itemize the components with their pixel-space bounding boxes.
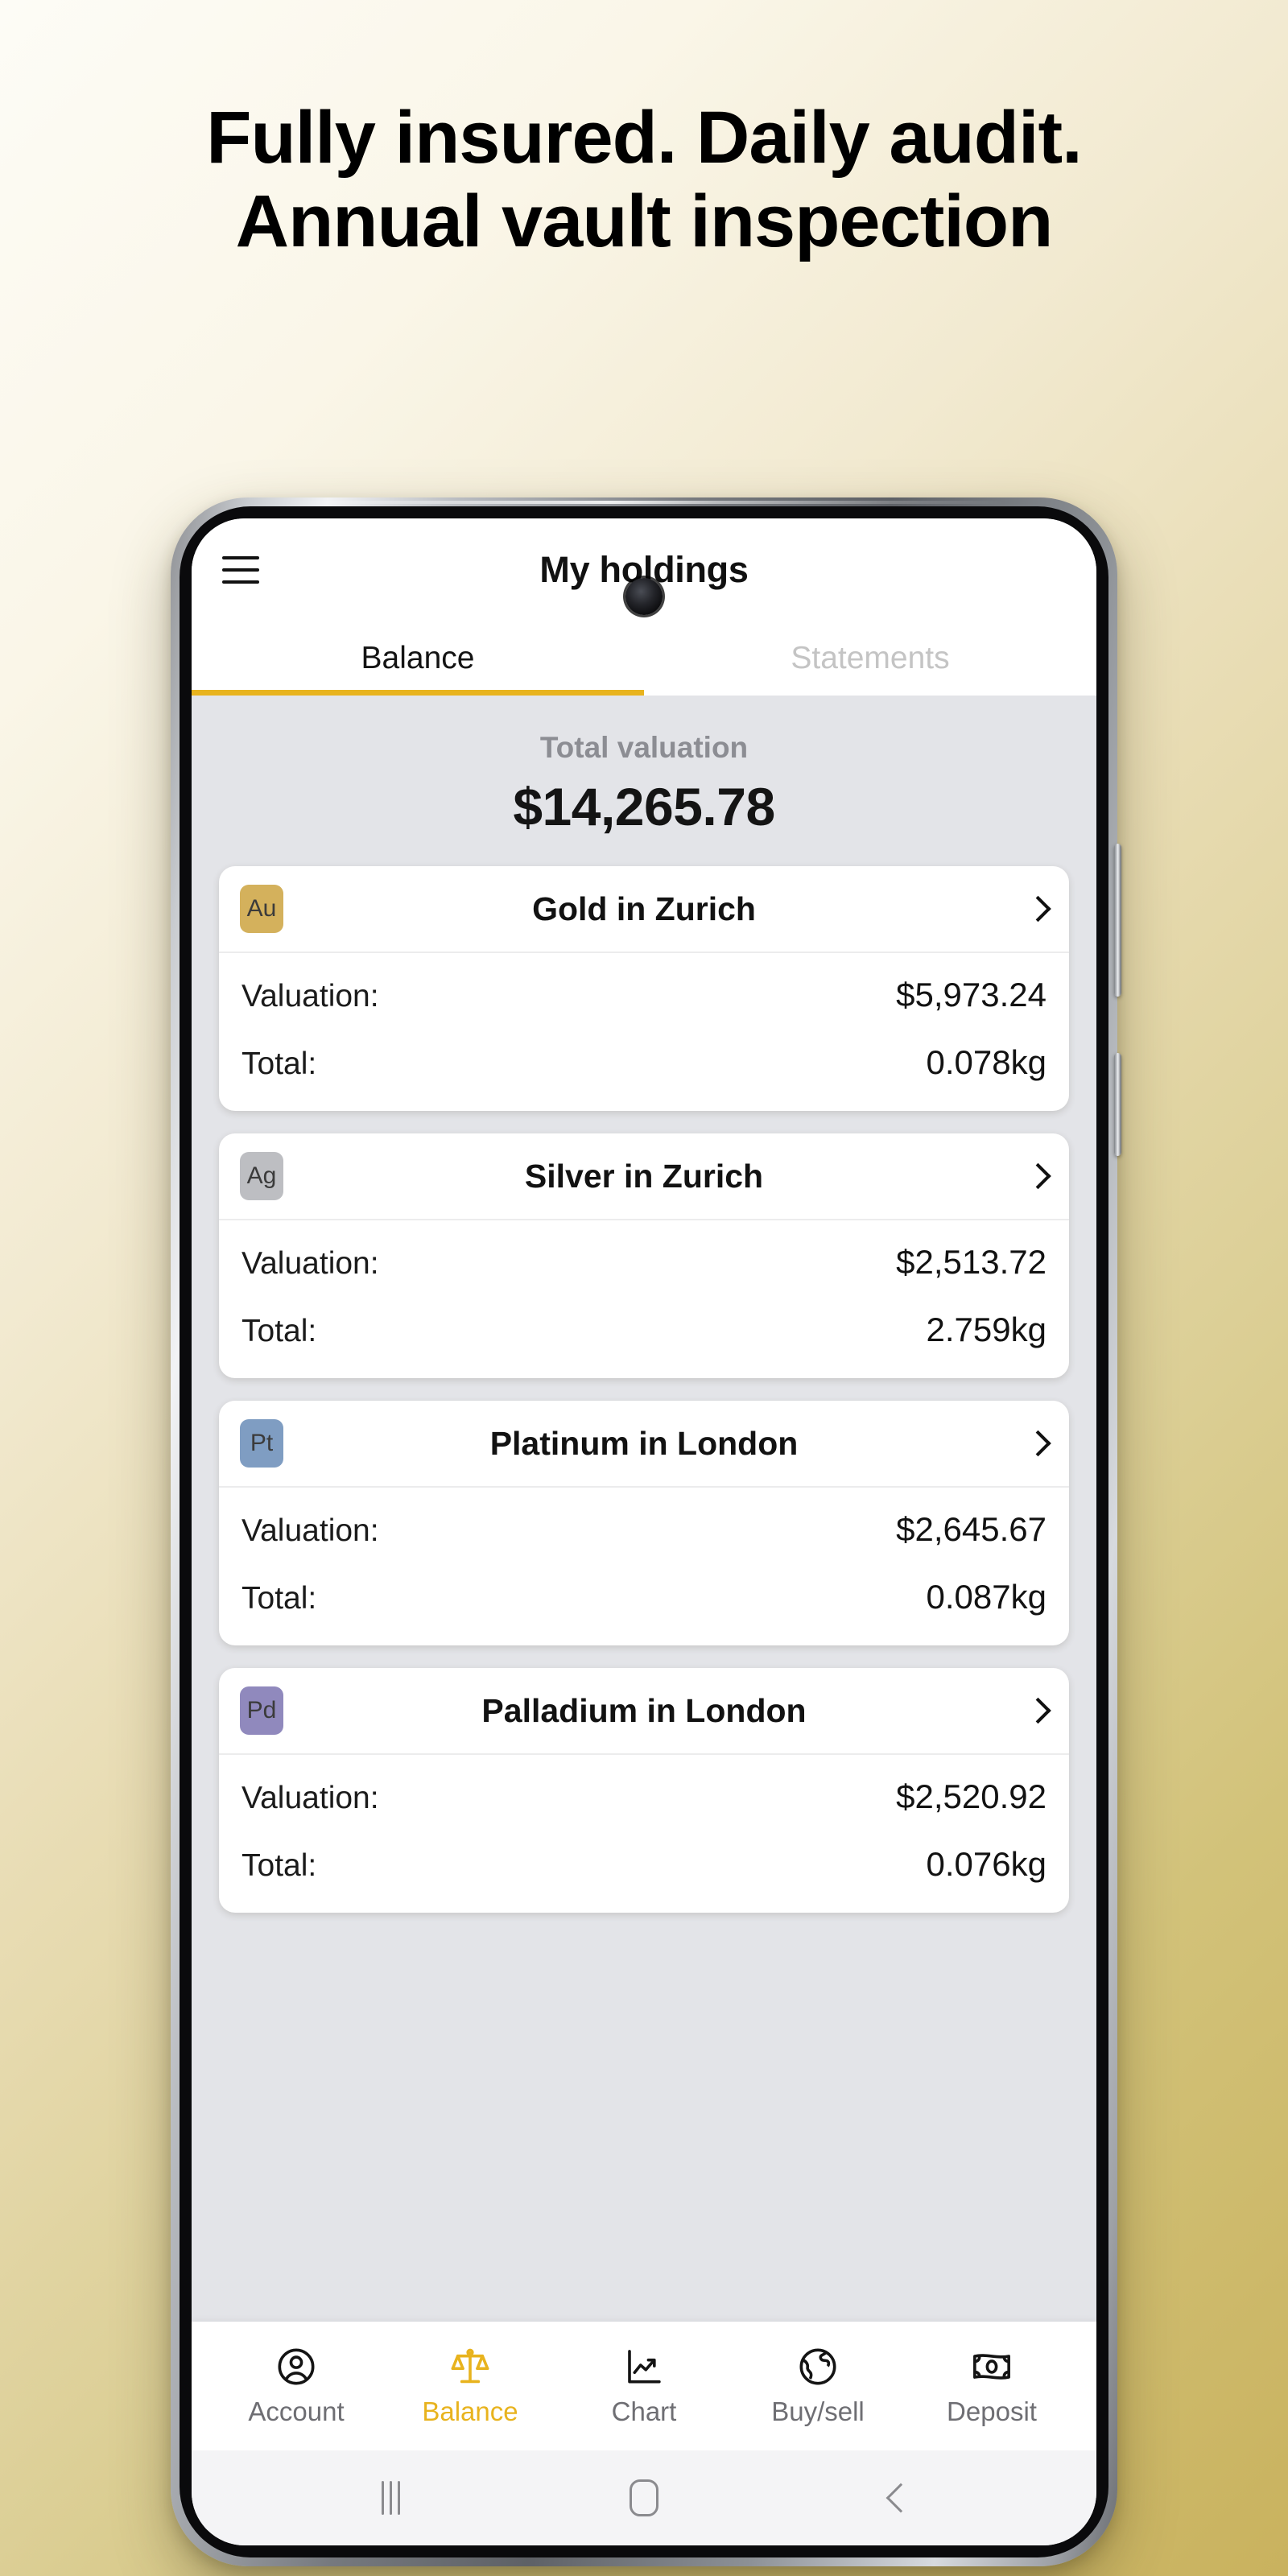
valuation-value: $2,513.72 bbox=[896, 1243, 1046, 1281]
nav-item-deposit[interactable]: Deposit bbox=[915, 2345, 1068, 2427]
chart-line-icon bbox=[628, 2350, 661, 2384]
total-value: 0.078kg bbox=[926, 1043, 1046, 1081]
symbol-badge: Ag bbox=[240, 1152, 283, 1200]
symbol-badge: Au bbox=[240, 885, 283, 933]
hamburger-icon[interactable] bbox=[222, 556, 259, 584]
total-row: Total: 0.078kg bbox=[242, 1029, 1046, 1096]
holding-card-body: Valuation: $2,645.67 Total: 0.087kg bbox=[219, 1488, 1069, 1645]
total-value: 2.759kg bbox=[926, 1311, 1046, 1348]
nav-item-buy-sell[interactable]: Buy/sell bbox=[741, 2345, 894, 2427]
valuation-row: Valuation: $5,973.24 bbox=[242, 961, 1046, 1029]
total-label: Total: bbox=[242, 1314, 317, 1348]
holding-card-header[interactable]: Au Gold in Zurich bbox=[219, 866, 1069, 953]
globe-icon bbox=[799, 2348, 836, 2385]
nav-label: Account bbox=[248, 2396, 345, 2426]
back-button[interactable] bbox=[853, 2470, 942, 2526]
valuation-label: Valuation: bbox=[242, 1246, 379, 1281]
total-row: Total: 0.076kg bbox=[242, 1831, 1046, 1898]
system-navigation-bar bbox=[192, 2450, 1096, 2545]
nav-label: Chart bbox=[611, 2396, 677, 2426]
holding-title: Palladium in London bbox=[481, 1691, 807, 1729]
valuation-row: Valuation: $2,645.67 bbox=[242, 1496, 1046, 1563]
holding-title: Silver in Zurich bbox=[524, 1157, 764, 1195]
balance-content: Total valuation $14,265.78 Au Gold in Zu… bbox=[192, 696, 1096, 2322]
holding-card-body: Valuation: $2,513.72 Total: 2.759kg bbox=[219, 1220, 1069, 1378]
front-camera-icon bbox=[625, 578, 663, 615]
holding-card-body: Valuation: $5,973.24 Total: 0.078kg bbox=[219, 953, 1069, 1111]
valuation-value: $2,645.67 bbox=[896, 1510, 1046, 1548]
symbol-badge: Pd bbox=[240, 1686, 283, 1735]
total-row: Total: 0.087kg bbox=[242, 1563, 1046, 1631]
recents-icon bbox=[381, 2481, 400, 2515]
holding-card-header[interactable]: Ag Silver in Zurich bbox=[219, 1133, 1069, 1220]
valuation-value: $5,973.24 bbox=[896, 976, 1046, 1013]
home-button[interactable] bbox=[600, 2470, 688, 2526]
tab-balance[interactable]: Balance bbox=[192, 621, 644, 696]
chevron-right-icon[interactable] bbox=[1026, 1426, 1048, 1461]
tab-statements[interactable]: Statements bbox=[644, 621, 1096, 696]
holding-card: Ag Silver in Zurich Valuation: $2,513.72… bbox=[219, 1133, 1069, 1378]
total-label: Total: bbox=[242, 1848, 317, 1883]
nav-item-chart[interactable]: Chart bbox=[568, 2345, 720, 2427]
nav-label: Buy/sell bbox=[771, 2396, 865, 2426]
person-circle-icon bbox=[278, 2348, 315, 2385]
holding-card: Pd Palladium in London Valuation: $2,520… bbox=[219, 1668, 1069, 1913]
total-valuation-block: Total valuation $14,265.78 bbox=[192, 696, 1096, 866]
holding-title: Gold in Zurich bbox=[532, 890, 756, 927]
nav-item-account[interactable]: Account bbox=[220, 2345, 373, 2427]
home-icon bbox=[629, 2479, 658, 2516]
total-valuation-value: $14,265.78 bbox=[513, 777, 775, 836]
symbol-badge: Pt bbox=[240, 1419, 283, 1468]
back-icon bbox=[886, 2483, 916, 2513]
total-label: Total: bbox=[242, 1581, 317, 1616]
volume-button[interactable] bbox=[1114, 844, 1121, 997]
promo-headline: Fully insured. Daily audit. Annual vault… bbox=[206, 97, 1082, 262]
valuation-label: Valuation: bbox=[242, 979, 379, 1013]
recents-button[interactable] bbox=[346, 2470, 435, 2526]
banknote-icon bbox=[973, 2354, 1010, 2380]
phone-mockup: My holdings Balance Statements Total val… bbox=[171, 497, 1121, 2566]
total-row: Total: 2.759kg bbox=[242, 1296, 1046, 1364]
nav-label: Balance bbox=[422, 2396, 518, 2426]
nav-label: Deposit bbox=[947, 2396, 1037, 2426]
total-valuation-label: Total valuation bbox=[539, 731, 749, 764]
holding-card: Au Gold in Zurich Valuation: $5,973.24 T… bbox=[219, 866, 1069, 1111]
valuation-label: Valuation: bbox=[242, 1781, 379, 1815]
holding-card-header[interactable]: Pd Palladium in London bbox=[219, 1668, 1069, 1755]
total-label: Total: bbox=[242, 1046, 317, 1081]
chevron-right-icon[interactable] bbox=[1026, 1693, 1048, 1728]
bottom-navigation: Account Balance Chart Buy/sell Deposit bbox=[192, 2322, 1096, 2450]
chevron-right-icon[interactable] bbox=[1026, 891, 1048, 927]
chevron-right-icon[interactable] bbox=[1026, 1158, 1048, 1194]
holding-card: Pt Platinum in London Valuation: $2,645.… bbox=[219, 1401, 1069, 1645]
valuation-row: Valuation: $2,520.92 bbox=[242, 1763, 1046, 1831]
holding-card-body: Valuation: $2,520.92 Total: 0.076kg bbox=[219, 1755, 1069, 1913]
phone-screen: My holdings Balance Statements Total val… bbox=[192, 518, 1096, 2545]
valuation-value: $2,520.92 bbox=[896, 1777, 1046, 1815]
scales-icon bbox=[451, 2348, 489, 2384]
holding-title: Platinum in London bbox=[489, 1424, 799, 1462]
holding-card-header[interactable]: Pt Platinum in London bbox=[219, 1401, 1069, 1488]
valuation-row: Valuation: $2,513.72 bbox=[242, 1228, 1046, 1296]
tab-bar: Balance Statements bbox=[192, 621, 1096, 696]
power-button[interactable] bbox=[1114, 1053, 1121, 1156]
total-value: 0.087kg bbox=[926, 1578, 1046, 1616]
nav-item-balance[interactable]: Balance bbox=[394, 2345, 547, 2427]
total-value: 0.076kg bbox=[926, 1845, 1046, 1883]
valuation-label: Valuation: bbox=[242, 1513, 379, 1548]
